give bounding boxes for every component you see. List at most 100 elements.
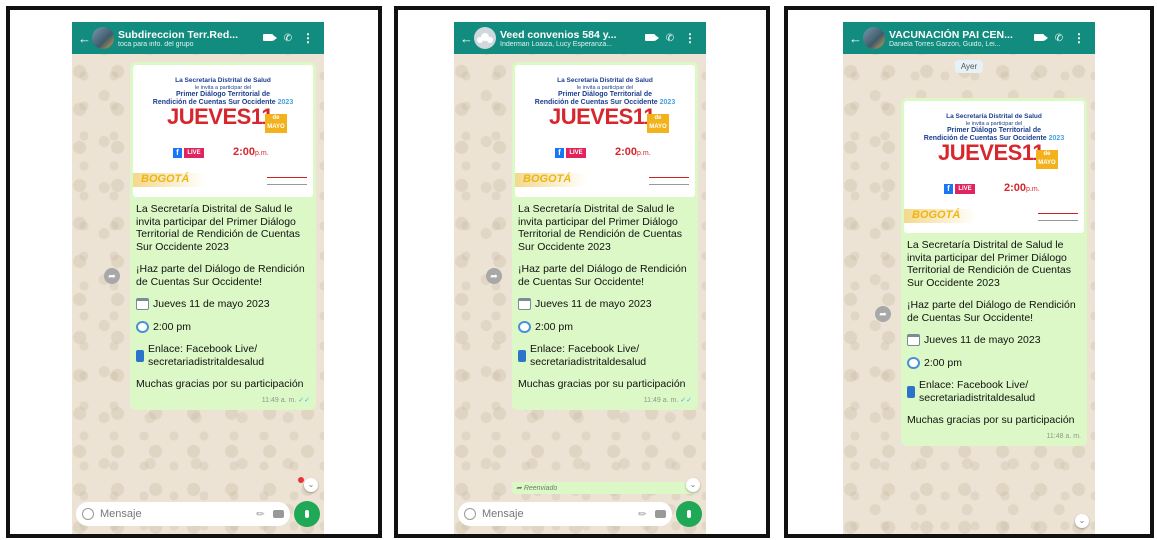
- message-bubble[interactable]: La Secretaría Distrital de Salud le invi…: [901, 98, 1087, 446]
- alarm-clock-icon: [136, 320, 149, 333]
- mobile-phone-icon: [136, 349, 144, 362]
- forward-icon[interactable]: ➦: [875, 306, 891, 322]
- message-paragraph-2: ¡Haz parte del Diálogo de Rendición de C…: [907, 299, 1076, 324]
- back-arrow-icon[interactable]: ←: [78, 31, 91, 46]
- chat-title-area[interactable]: VACUNACIÓN PAI CEN... Daniela Torres Gar…: [889, 29, 1029, 48]
- poster-month: de MAYO: [1036, 150, 1058, 169]
- forward-icon[interactable]: ➦: [104, 268, 120, 284]
- chat-subtitle: toca para info. del grupo: [118, 40, 194, 48]
- screenshot-frame-2: ← Veed convenios 584 y... Inderman Loaiz…: [394, 6, 770, 538]
- video-call-icon[interactable]: [258, 33, 278, 44]
- screenshot-frame-1: ← Subdireccion Terr.Red... toca para inf…: [6, 6, 382, 538]
- message-paragraph-2: ¡Haz parte del Diálogo de Rendición de C…: [136, 263, 305, 288]
- chat-title: Veed convenios 584 y...: [500, 28, 617, 41]
- message-paragraph-1: La Secretaría Distrital de Salud le invi…: [907, 239, 1072, 289]
- poster-day: JUEVES11: [938, 140, 1045, 165]
- chat-title: Subdireccion Terr.Red...: [118, 28, 239, 41]
- camera-icon[interactable]: [655, 510, 666, 518]
- message-paragraph-1: La Secretaría Distrital de Salud le invi…: [136, 203, 301, 253]
- date-divider: Ayer: [954, 60, 984, 73]
- message-composer[interactable]: Mensaje ✎: [458, 502, 672, 526]
- chat-title: VACUNACIÓN PAI CEN...: [889, 28, 1013, 41]
- phone-icon[interactable]: ✆: [278, 33, 298, 44]
- date-line: Jueves 11 de mayo 2023: [136, 298, 310, 311]
- chat-header: ← Subdireccion Terr.Red... toca para inf…: [72, 22, 324, 54]
- poster-month: de MAYO: [647, 114, 669, 133]
- event-poster-image[interactable]: La Secretaría Distrital de Salud le invi…: [515, 65, 695, 197]
- mic-icon[interactable]: [294, 501, 320, 527]
- more-icon[interactable]: ⋮: [1069, 31, 1089, 45]
- chat-header: ← VACUNACIÓN PAI CEN... Daniela Torres G…: [843, 22, 1095, 54]
- date-line: Jueves 11 de mayo 2023: [907, 334, 1081, 347]
- message-paragraph-1: La Secretaría Distrital de Salud le invi…: [518, 203, 683, 253]
- phone-icon[interactable]: ✆: [660, 33, 680, 44]
- poster-time: 2:00p.m.: [1004, 182, 1040, 194]
- poster-month: de MAYO: [265, 114, 287, 133]
- message-timestamp: 11:49 a. m. ✓✓: [261, 396, 310, 404]
- poster-time: 2:00p.m.: [233, 146, 269, 158]
- live-badge: LIVE: [184, 148, 204, 158]
- message-input[interactable]: Mensaje: [482, 508, 639, 520]
- emoji-icon[interactable]: [464, 508, 476, 520]
- link-line: Enlace: Facebook Live/ secretariadistrit…: [136, 343, 310, 368]
- alarm-clock-icon: [518, 320, 531, 333]
- chevron-down-icon[interactable]: ⌄: [686, 478, 700, 492]
- message-bubble[interactable]: La Secretaría Distrital de Salud le invi…: [512, 62, 698, 410]
- live-badge: LIVE: [566, 148, 586, 158]
- live-badge: LIVE: [955, 184, 975, 194]
- message-composer[interactable]: Mensaje ✎: [76, 502, 290, 526]
- group-avatar[interactable]: [92, 27, 114, 49]
- chat-title-area[interactable]: Veed convenios 584 y... Inderman Loaiza,…: [500, 29, 640, 48]
- group-avatar[interactable]: [474, 27, 496, 49]
- facebook-icon: f: [944, 184, 953, 194]
- calendar-icon: [136, 298, 149, 311]
- facebook-icon: f: [555, 148, 564, 158]
- chat-title-area[interactable]: Subdireccion Terr.Red... toca para info.…: [118, 29, 258, 48]
- bogota-logo: BOGOTÁ: [141, 173, 190, 185]
- bogota-logo: BOGOTÁ: [912, 209, 961, 221]
- chevron-down-icon[interactable]: ⌄: [304, 478, 318, 492]
- poster-time: 2:00p.m.: [615, 146, 651, 158]
- link-line: Enlace: Facebook Live/ secretariadistrit…: [907, 379, 1081, 404]
- chat-screen: ← Veed convenios 584 y... Inderman Loaiz…: [454, 22, 706, 534]
- mic-icon[interactable]: [676, 501, 702, 527]
- phone-icon[interactable]: ✆: [1049, 33, 1069, 44]
- poster-day: JUEVES11: [167, 104, 274, 129]
- chevron-down-icon[interactable]: ⌄: [1075, 514, 1089, 528]
- thanks-line: Muchas gracias por su participación 11:48…: [907, 414, 1081, 440]
- reaction-dot: [298, 477, 304, 483]
- message-timestamp: 11:49 a. m. ✓✓: [643, 396, 692, 404]
- more-icon[interactable]: ⋮: [298, 31, 318, 45]
- time-line: 2:00 pm: [907, 357, 1081, 370]
- chat-screen: ← VACUNACIÓN PAI CEN... Daniela Torres G…: [843, 22, 1095, 534]
- event-poster-image[interactable]: La Secretaría Distrital de Salud le invi…: [904, 101, 1084, 233]
- video-call-icon[interactable]: [1029, 33, 1049, 44]
- event-poster-image[interactable]: La Secretaría Distrital de Salud le invi…: [133, 65, 313, 197]
- group-avatar[interactable]: [863, 27, 885, 49]
- message-text: La Secretaría Distrital de Salud le invi…: [133, 197, 313, 404]
- video-call-icon[interactable]: [640, 33, 660, 44]
- camera-icon[interactable]: [273, 510, 284, 518]
- thanks-line: Muchas gracias por su participación 11:49…: [136, 378, 310, 404]
- message-input[interactable]: Mensaje: [100, 508, 257, 520]
- message-bubble[interactable]: La Secretaría Distrital de Salud le invi…: [130, 62, 316, 410]
- emoji-icon[interactable]: [82, 508, 94, 520]
- chat-subtitle: Daniela Torres Garzón, Guido, Lei...: [889, 40, 1001, 48]
- chat-screen: ← Subdireccion Terr.Red... toca para inf…: [72, 22, 324, 534]
- institution-seals: [267, 177, 307, 185]
- more-icon[interactable]: ⋮: [680, 31, 700, 45]
- facebook-icon: f: [173, 148, 182, 158]
- screenshot-frame-3: ← VACUNACIÓN PAI CEN... Daniela Torres G…: [784, 6, 1154, 538]
- time-line: 2:00 pm: [136, 321, 310, 334]
- message-paragraph-2: ¡Haz parte del Diálogo de Rendición de C…: [518, 263, 687, 288]
- back-arrow-icon[interactable]: ←: [849, 31, 862, 46]
- message-timestamp: 11:48 a. m.: [1046, 432, 1081, 440]
- date-line: Jueves 11 de mayo 2023: [518, 298, 692, 311]
- mobile-phone-icon: [907, 385, 915, 398]
- thanks-line: Muchas gracias por su participación 11:49…: [518, 378, 692, 404]
- forward-icon[interactable]: ➦: [486, 268, 502, 284]
- link-line: Enlace: Facebook Live/ secretariadistrit…: [518, 343, 692, 368]
- message-text: La Secretaría Distrital de Salud le invi…: [904, 233, 1084, 440]
- back-arrow-icon[interactable]: ←: [460, 31, 473, 46]
- time-line: 2:00 pm: [518, 321, 692, 334]
